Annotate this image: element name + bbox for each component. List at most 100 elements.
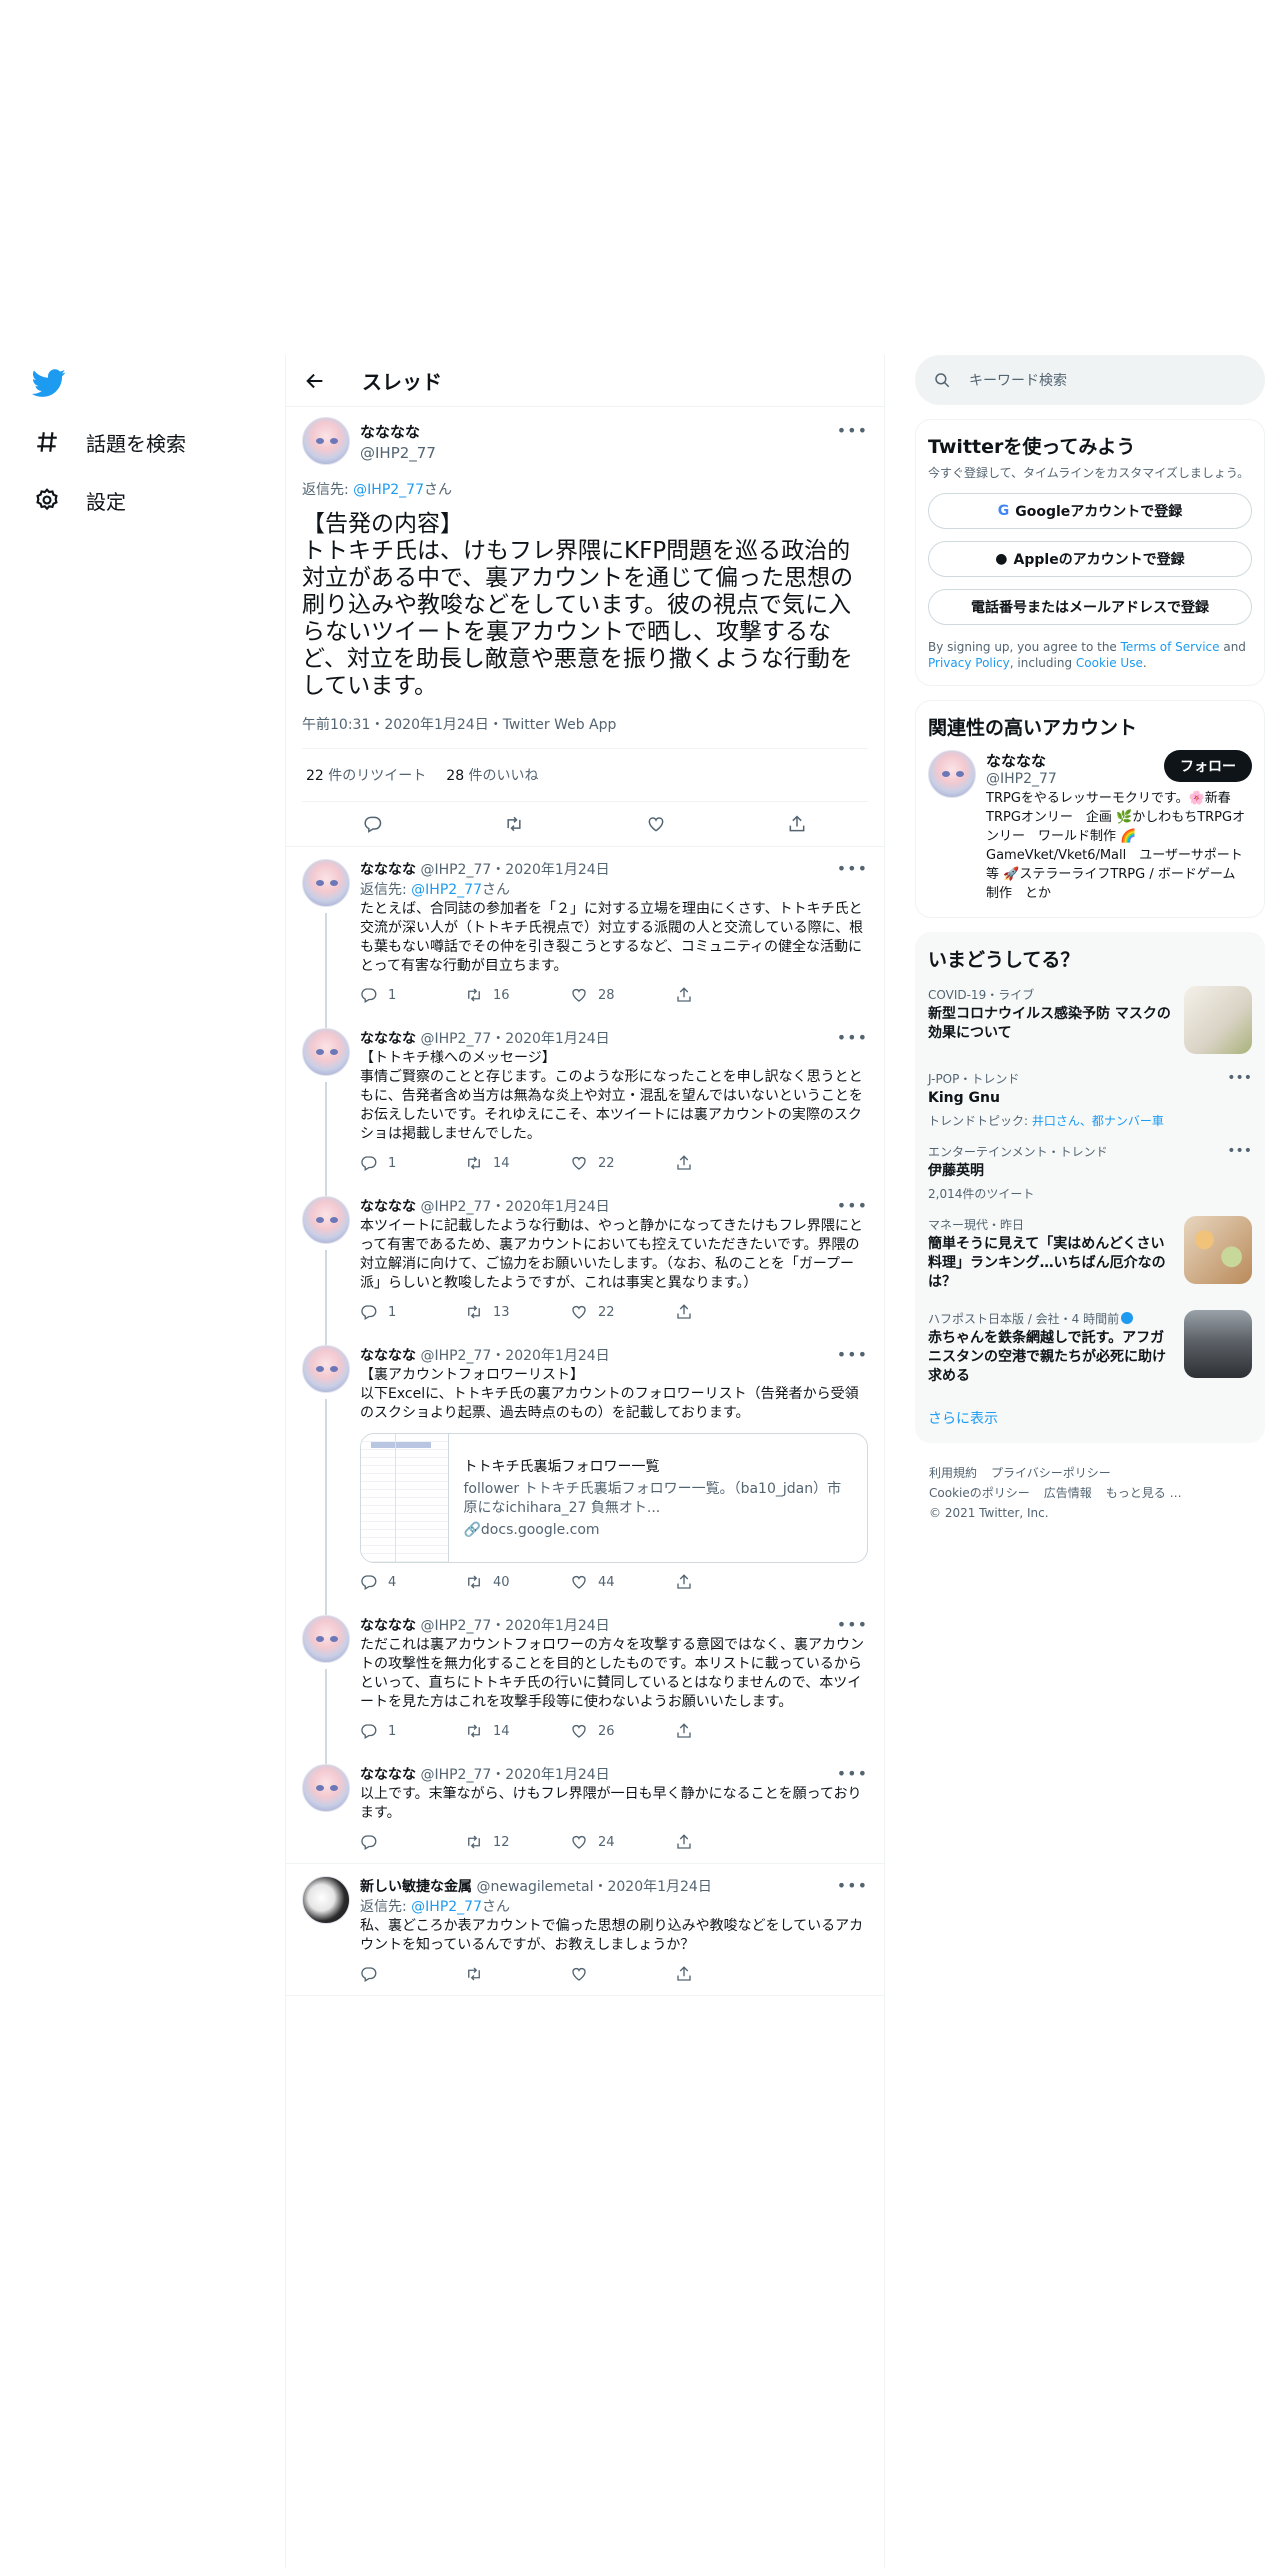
share-button[interactable] bbox=[675, 1573, 780, 1591]
footer-link[interactable]: Cookieのポリシー bbox=[929, 1486, 1030, 1500]
trend-topic-link[interactable]: 井口さん、都ナンバー車 bbox=[1032, 1114, 1164, 1128]
thread-reply[interactable]: なななな @IHP2_77・2020年1月24日 ただこれは裏アカウントフォロワ… bbox=[286, 1603, 884, 1764]
user-name[interactable]: 新しい敏捷な金属 bbox=[360, 1879, 472, 1895]
user-handle[interactable]: @IHP2_77 bbox=[420, 862, 491, 878]
tweet-date[interactable]: ・2020年1月24日 bbox=[491, 862, 609, 878]
more-icon[interactable]: ••• bbox=[1227, 1143, 1252, 1159]
twitter-bird-icon[interactable] bbox=[32, 366, 66, 400]
retweet-button[interactable]: 40 bbox=[465, 1573, 570, 1591]
retweet-button[interactable]: 14 bbox=[465, 1154, 570, 1172]
footer-link[interactable]: 利用規約 bbox=[929, 1466, 977, 1480]
avatar[interactable] bbox=[302, 1196, 350, 1244]
trend-item[interactable]: エンターテインメント・トレンド 伊藤英明 2,014件のツイート ••• bbox=[928, 1143, 1252, 1202]
reply-button[interactable]: 1 bbox=[360, 1303, 465, 1321]
tweet-timestamp[interactable]: 午前10:31・2020年1月24日・Twitter Web App bbox=[302, 714, 868, 749]
share-button[interactable] bbox=[675, 1303, 780, 1321]
share-button[interactable] bbox=[675, 1154, 780, 1172]
like-button[interactable]: 26 bbox=[570, 1722, 675, 1740]
user-name[interactable]: なななな bbox=[360, 1031, 416, 1047]
user-handle[interactable]: @IHP2_77 bbox=[420, 1031, 491, 1047]
show-more-link[interactable]: さらに表示 bbox=[928, 1408, 1252, 1428]
trend-item[interactable]: COVID-19・ライブ 新型コロナウイルス感染予防 マスクの効果について bbox=[928, 986, 1252, 1056]
thread-reply[interactable]: 新しい敏捷な金属 @newagilemetal・2020年1月24日 返信先: … bbox=[286, 1864, 884, 1996]
search-bar[interactable]: キーワード検索 bbox=[915, 355, 1265, 405]
reply-to-link[interactable]: @IHP2_77 bbox=[411, 882, 482, 898]
user-name[interactable]: なななな bbox=[360, 862, 416, 878]
reply-to-link[interactable]: @IHP2_77 bbox=[353, 482, 424, 498]
retweet-button[interactable]: 14 bbox=[465, 1722, 570, 1740]
thread-reply[interactable]: なななな @IHP2_77・2020年1月24日 本ツイートに記載したような行動… bbox=[286, 1184, 884, 1345]
tweet-date[interactable]: ・2020年1月24日 bbox=[593, 1879, 711, 1895]
privacy-link[interactable]: Privacy Policy bbox=[928, 656, 1010, 670]
sidebar-item-settings[interactable]: 設定 bbox=[34, 485, 126, 515]
retweet-button[interactable]: 16 bbox=[465, 986, 570, 1004]
more-icon[interactable]: ••• bbox=[837, 1196, 868, 1215]
retweet-button[interactable]: 12 bbox=[465, 1833, 570, 1851]
user-name[interactable]: なななな bbox=[360, 1199, 416, 1215]
more-icon[interactable]: ••• bbox=[1227, 1070, 1252, 1086]
reply-button[interactable] bbox=[360, 1833, 465, 1851]
avatar[interactable] bbox=[302, 859, 350, 907]
tweet-date[interactable]: ・2020年1月24日 bbox=[491, 1618, 609, 1634]
reply-to-link[interactable]: @IHP2_77 bbox=[411, 1899, 482, 1915]
google-signup-button[interactable]: G Googleアカウントで登録 bbox=[928, 493, 1252, 529]
apple-signup-button[interactable]: ● Appleのアカウントで登録 bbox=[928, 541, 1252, 577]
trend-item[interactable]: ハフポスト日本版 / 会社・4 時間前 赤ちゃんを鉄条網越しで託す。アフガニスタ… bbox=[928, 1310, 1252, 1390]
user-name[interactable]: なななな bbox=[360, 1767, 416, 1783]
retweet-stat[interactable]: 22 件のリツイート bbox=[306, 765, 426, 785]
avatar[interactable] bbox=[302, 1615, 350, 1663]
reply-button[interactable]: 1 bbox=[360, 1722, 465, 1740]
trend-item[interactable]: J-POP・トレンド King Gnu トレンドトピック: 井口さん、都ナンバー… bbox=[928, 1070, 1252, 1129]
user-handle[interactable]: @IHP2_77 bbox=[420, 1767, 491, 1783]
user-handle[interactable]: @IHP2_77 bbox=[420, 1199, 491, 1215]
footer-link[interactable]: プライバシーポリシー bbox=[991, 1466, 1111, 1480]
like-button[interactable]: 28 bbox=[570, 986, 675, 1004]
like-icon[interactable] bbox=[646, 814, 666, 834]
retweet-icon[interactable] bbox=[504, 814, 524, 834]
follow-button[interactable]: フォロー bbox=[1164, 750, 1252, 782]
trend-item[interactable]: マネー現代・昨日 簡単そうに見えて「実はめんどくさい料理」ランキング…いちばん厄… bbox=[928, 1216, 1252, 1296]
share-button[interactable] bbox=[675, 1965, 780, 1983]
thread-reply[interactable]: なななな @IHP2_77・2020年1月24日 返信先: @IHP2_77さん… bbox=[286, 847, 884, 1028]
user-handle[interactable]: @IHP2_77 bbox=[420, 1348, 491, 1364]
tweet-date[interactable]: ・2020年1月24日 bbox=[491, 1199, 609, 1215]
reply-button[interactable]: 4 bbox=[360, 1573, 465, 1591]
more-icon[interactable]: ••• bbox=[837, 859, 868, 878]
more-icon[interactable]: ••• bbox=[837, 421, 868, 440]
avatar[interactable] bbox=[302, 1345, 350, 1393]
avatar[interactable] bbox=[928, 750, 976, 798]
more-icon[interactable]: ••• bbox=[837, 1876, 868, 1895]
tweet-date[interactable]: ・2020年1月24日 bbox=[491, 1767, 609, 1783]
avatar[interactable] bbox=[302, 1028, 350, 1076]
share-button[interactable] bbox=[675, 1722, 780, 1740]
back-arrow-icon[interactable] bbox=[304, 370, 326, 392]
like-button[interactable] bbox=[570, 1965, 675, 1983]
user-name[interactable]: なななな bbox=[360, 421, 436, 442]
user-handle[interactable]: @IHP2_77 bbox=[360, 444, 436, 462]
reply-button[interactable] bbox=[360, 1965, 465, 1983]
user-name[interactable]: なななな bbox=[360, 1618, 416, 1634]
more-icon[interactable]: ••• bbox=[837, 1028, 868, 1047]
avatar[interactable] bbox=[302, 1876, 350, 1924]
cookie-link[interactable]: Cookie Use bbox=[1076, 656, 1143, 670]
share-icon[interactable] bbox=[787, 814, 807, 834]
account-row[interactable]: なななな @IHP2_77 フォロー TRPGをやるレッサーモクリです。🌸新春T… bbox=[928, 750, 1252, 903]
footer-link[interactable]: もっと見る … bbox=[1106, 1486, 1182, 1500]
more-icon[interactable]: ••• bbox=[837, 1615, 868, 1634]
footer-link[interactable]: 広告情報 bbox=[1044, 1486, 1092, 1500]
like-button[interactable]: 22 bbox=[570, 1303, 675, 1321]
user-name[interactable]: なななな bbox=[986, 750, 1057, 771]
avatar[interactable] bbox=[302, 1764, 350, 1812]
share-button[interactable] bbox=[675, 986, 780, 1004]
avatar[interactable] bbox=[302, 417, 350, 465]
phone-signup-button[interactable]: 電話番号またはメールアドレスで登録 bbox=[928, 589, 1252, 625]
share-button[interactable] bbox=[675, 1833, 780, 1851]
thread-reply[interactable]: なななな @IHP2_77・2020年1月24日 【トトキチ様へのメッセージ】 … bbox=[286, 1016, 884, 1196]
retweet-button[interactable] bbox=[465, 1965, 570, 1983]
user-handle[interactable]: @IHP2_77 bbox=[420, 1618, 491, 1634]
thread-reply[interactable]: なななな @IHP2_77・2020年1月24日 以上です。末筆ながら、けもフレ… bbox=[286, 1752, 884, 1864]
user-name[interactable]: なななな bbox=[360, 1348, 416, 1364]
more-icon[interactable]: ••• bbox=[837, 1345, 868, 1364]
like-stat[interactable]: 28 件のいいね bbox=[446, 765, 538, 785]
like-button[interactable]: 24 bbox=[570, 1833, 675, 1851]
